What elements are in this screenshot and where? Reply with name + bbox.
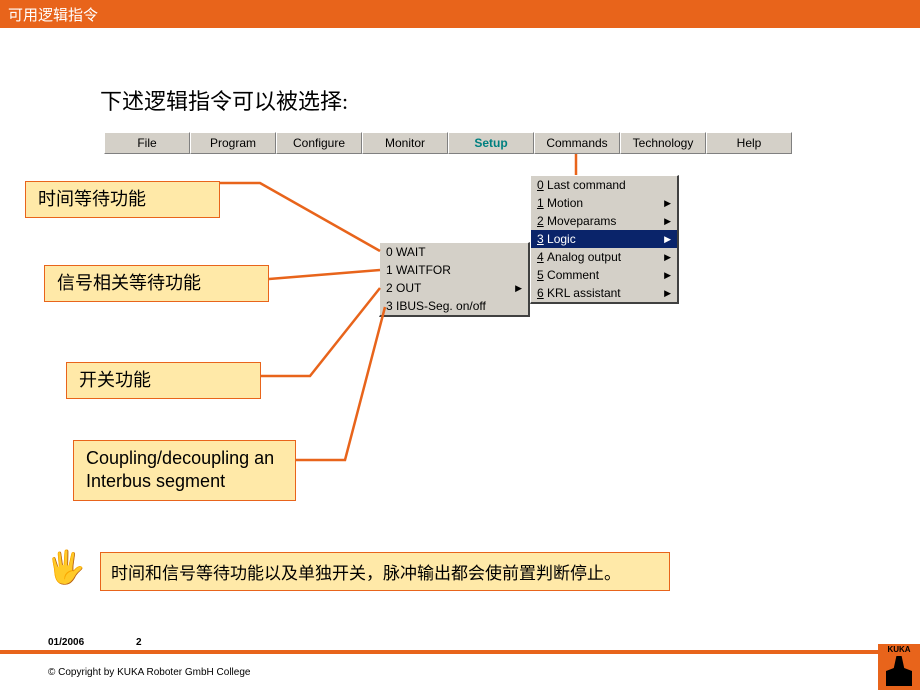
cmd-motion[interactable]: 1 Motion▶ — [531, 194, 677, 212]
callout-out: 开关功能 — [66, 362, 261, 399]
menu-commands[interactable]: Commands — [534, 132, 620, 154]
kuka-logo: KUKA — [878, 644, 920, 690]
chevron-right-icon: ▶ — [515, 283, 522, 294]
footer-bar — [0, 650, 920, 654]
cmd-krl-assistant[interactable]: 6 KRL assistant▶ — [531, 284, 677, 302]
chevron-right-icon: ▶ — [664, 252, 671, 263]
logic-out[interactable]: 2 OUT▶ — [380, 279, 528, 297]
title-bar: 可用逻辑指令 — [0, 0, 920, 28]
footer-date: 01/2006 — [48, 637, 84, 648]
callout-wait: 时间等待功能 — [25, 181, 220, 218]
chevron-right-icon: ▶ — [664, 270, 671, 281]
cmd-comment[interactable]: 5 Comment▶ — [531, 266, 677, 284]
intro-text: 下述逻辑指令可以被选择: — [100, 84, 348, 116]
menu-setup[interactable]: Setup — [448, 132, 534, 154]
menu-configure[interactable]: Configure — [276, 132, 362, 154]
logic-wait[interactable]: 0 WAIT — [380, 243, 528, 261]
menu-bar: File Program Configure Monitor Setup Com… — [104, 132, 792, 154]
menu-monitor[interactable]: Monitor — [362, 132, 448, 154]
commands-dropdown: 0 Last command 1 Motion▶ 2 Moveparams▶ 3… — [530, 175, 679, 304]
page-title: 可用逻辑指令 — [8, 7, 98, 24]
cmd-moveparams[interactable]: 2 Moveparams▶ — [531, 212, 677, 230]
chevron-right-icon: ▶ — [664, 216, 671, 227]
robot-icon — [886, 656, 912, 686]
cmd-last-command[interactable]: 0 Last command — [531, 176, 677, 194]
logic-submenu: 0 WAIT 1 WAITFOR 2 OUT▶ 3 IBUS-Seg. on/o… — [379, 242, 530, 317]
footer-page: 2 — [136, 637, 142, 648]
menu-program[interactable]: Program — [190, 132, 276, 154]
chevron-right-icon: ▶ — [664, 198, 671, 209]
logic-ibus[interactable]: 3 IBUS-Seg. on/off — [380, 297, 528, 315]
chevron-right-icon: ▶ — [664, 234, 671, 245]
menu-technology[interactable]: Technology — [620, 132, 706, 154]
cmd-analog-output[interactable]: 4 Analog output▶ — [531, 248, 677, 266]
callout-waitfor: 信号相关等待功能 — [44, 265, 269, 302]
cmd-logic[interactable]: 3 Logic▶ — [531, 230, 677, 248]
callout-ibus: Coupling/decoupling an Interbus segment — [73, 440, 296, 501]
menu-help[interactable]: Help — [706, 132, 792, 154]
note-box: 时间和信号等待功能以及单独开关，脉冲输出都会使前置判断停止。 — [100, 552, 670, 591]
logic-waitfor[interactable]: 1 WAITFOR — [380, 261, 528, 279]
chevron-right-icon: ▶ — [664, 288, 671, 299]
hand-icon: 🖐 — [46, 548, 86, 586]
copyright: © Copyright by KUKA Roboter GmbH College — [48, 667, 250, 678]
menu-file[interactable]: File — [104, 132, 190, 154]
